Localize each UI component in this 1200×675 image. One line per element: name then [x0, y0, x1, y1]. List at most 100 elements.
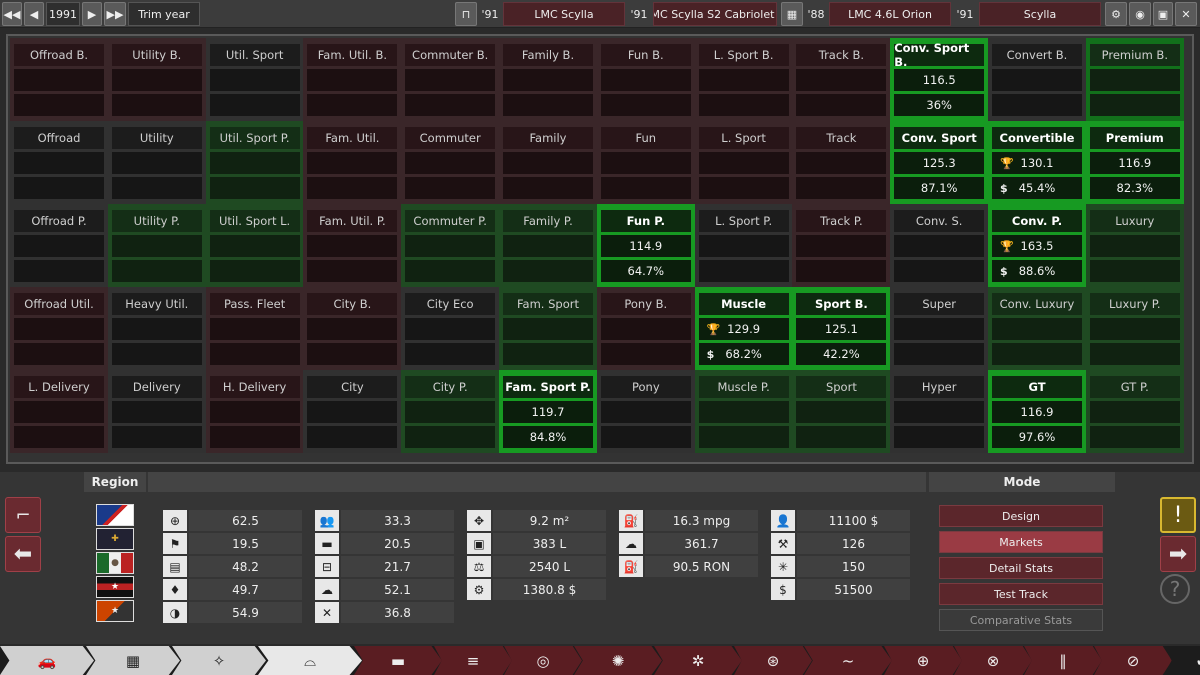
market-cell[interactable]: Fun P. 114.9 64.7%	[596, 204, 695, 287]
market-cell[interactable]: Convertible 🏆 130.1 $45.4%	[988, 121, 1086, 204]
market-cell[interactable]: Fun	[596, 121, 695, 204]
market-cell[interactable]: Fam. Sport	[499, 287, 597, 370]
suspension-tab[interactable]: ✧	[172, 646, 266, 675]
market-cell[interactable]: L. Delivery	[10, 370, 108, 453]
help-icon[interactable]: ?	[1160, 574, 1190, 604]
engine-tab[interactable]: ✺	[574, 646, 662, 675]
market-cell[interactable]: Utility	[107, 121, 206, 204]
market-cell[interactable]: Pass. Fleet	[205, 287, 304, 370]
market-cell[interactable]: Family	[499, 121, 597, 204]
market-cell[interactable]: Track P.	[792, 204, 891, 287]
model-name[interactable]: LMC Scylla	[503, 2, 625, 26]
body-tab[interactable]: ⌓	[258, 646, 362, 675]
camera-icon[interactable]: ◉	[1129, 2, 1151, 26]
market-cell[interactable]: City P.	[401, 370, 500, 453]
market-cell[interactable]: Commuter B.	[401, 38, 500, 121]
warning-icon[interactable]: !	[1160, 497, 1196, 533]
market-cell[interactable]: H. Delivery	[205, 370, 304, 453]
market-cell[interactable]: Commuter	[401, 121, 500, 204]
save-icon[interactable]: ▣	[1153, 2, 1173, 26]
market-cell[interactable]: Fam. Util. P.	[303, 204, 402, 287]
market-cell[interactable]: Muscle 🏆 129.9 $68.2%	[694, 287, 793, 370]
market-cell[interactable]: Fun B.	[596, 38, 695, 121]
market-cell[interactable]: Premium B.	[1085, 38, 1184, 121]
market-cell[interactable]: Offroad	[10, 121, 108, 204]
close-icon[interactable]: ✕	[1175, 2, 1197, 26]
market-cell[interactable]: Luxury P.	[1085, 287, 1184, 370]
market-cell[interactable]: Conv. Sport 125.3 87.1%	[890, 121, 989, 204]
market-cell[interactable]: Fam. Util. B.	[303, 38, 402, 121]
market-cell[interactable]: L. Sport P.	[694, 204, 793, 287]
first-year-button[interactable]: ◀◀	[2, 2, 22, 26]
settings-icon[interactable]: ⚙	[1105, 2, 1127, 26]
market-cell[interactable]: L. Sport B.	[694, 38, 793, 121]
market-cell[interactable]: L. Sport	[694, 121, 793, 204]
market-cell[interactable]: Super	[890, 287, 989, 370]
market-cell[interactable]: Hyper	[890, 370, 989, 453]
next-year-button[interactable]: ▶	[82, 2, 102, 26]
market-cell[interactable]: Luxury	[1085, 204, 1184, 287]
market-cell[interactable]: Family P.	[499, 204, 597, 287]
market-cell[interactable]: Fam. Util.	[303, 121, 402, 204]
market-cell[interactable]: Sport B. 125.1 42.2%	[792, 287, 891, 370]
market-cell[interactable]: Fam. Sport P. 119.7 84.8%	[499, 370, 597, 453]
region-flag[interactable]: ★	[96, 576, 134, 598]
mode-button-detail-stats[interactable]: Detail Stats	[939, 557, 1103, 579]
aero-tab[interactable]: ~	[804, 646, 892, 675]
market-cell[interactable]: Pony	[596, 370, 695, 453]
market-cell[interactable]: GT P.	[1085, 370, 1184, 453]
car-icon[interactable]: ⊓	[455, 2, 477, 26]
region-flag[interactable]: ✚	[96, 528, 134, 550]
tires-tab[interactable]: ∥	[1024, 646, 1102, 675]
fixtures-tab[interactable]: ≡	[434, 646, 512, 675]
car-tab[interactable]: 🚗	[0, 646, 94, 675]
market-cell[interactable]: Offroad Util.	[10, 287, 108, 370]
trim-name[interactable]: LMC Scylla S2 Cabriolet C	[653, 2, 777, 26]
market-cell[interactable]: Family B.	[499, 38, 597, 121]
market-cell[interactable]: Conv. P. 🏆 163.5 $88.6%	[988, 204, 1086, 287]
market-cell[interactable]: Commuter P.	[401, 204, 500, 287]
brakes-tab[interactable]: ⊛	[734, 646, 812, 675]
chassis-tab[interactable]: ▦	[86, 646, 180, 675]
mode-button-design[interactable]: Design	[939, 505, 1103, 527]
market-cell[interactable]: Conv. S.	[890, 204, 989, 287]
family-name[interactable]: Scylla	[979, 2, 1101, 26]
graph-icon[interactable]: ⌐	[5, 497, 41, 533]
market-cell[interactable]: Premium 116.9 82.3%	[1085, 121, 1184, 204]
market-cell[interactable]: City	[303, 370, 402, 453]
market-cell[interactable]: Offroad P.	[10, 204, 108, 287]
mode-button-comparative-stats[interactable]: Comparative Stats	[939, 609, 1103, 631]
drivetrain-tab[interactable]: ⊗	[954, 646, 1032, 675]
forward-arrow-icon[interactable]: ➡	[1160, 536, 1196, 572]
market-cell[interactable]: Delivery	[107, 370, 206, 453]
wheels-tab[interactable]: ✲	[654, 646, 742, 675]
market-cell[interactable]: Track	[792, 121, 891, 204]
market-cell[interactable]: Utility P.	[107, 204, 206, 287]
engine-name[interactable]: LMC 4.6L Orion	[829, 2, 951, 26]
market-cell[interactable]: Offroad B.	[10, 38, 108, 121]
mode-button-markets[interactable]: Markets	[939, 531, 1103, 553]
engine-icon[interactable]: ▦	[781, 2, 803, 26]
market-cell[interactable]: Muscle P.	[694, 370, 793, 453]
region-flag[interactable]	[96, 504, 134, 526]
market-cell[interactable]: Util. Sport	[205, 38, 304, 121]
lights-tab[interactable]: ◎	[504, 646, 582, 675]
interior-tab[interactable]: ⊕	[884, 646, 962, 675]
market-cell[interactable]: Convert B.	[988, 38, 1086, 121]
market-cell[interactable]: City Eco	[401, 287, 500, 370]
back-arrow-icon[interactable]: ⬅	[5, 536, 41, 572]
market-cell[interactable]: Pony B.	[596, 287, 695, 370]
market-cell[interactable]: Conv. Luxury	[988, 287, 1086, 370]
region-flag[interactable]: ★	[96, 600, 134, 622]
trim-tab[interactable]: ▬	[354, 646, 442, 675]
mode-button-test-track[interactable]: Test Track	[939, 583, 1103, 605]
market-cell[interactable]: Sport	[792, 370, 891, 453]
region-flag[interactable]: ●	[96, 552, 134, 574]
last-year-button[interactable]: ▶▶	[104, 2, 126, 26]
market-cell[interactable]: Conv. Sport B. 116.5 36%	[890, 38, 989, 121]
fuel-tab[interactable]: ⊘	[1094, 646, 1172, 675]
market-cell[interactable]: GT 116.9 97.6%	[988, 370, 1086, 453]
market-cell[interactable]: Util. Sport L.	[205, 204, 304, 287]
market-cell[interactable]: City B.	[303, 287, 402, 370]
market-cell[interactable]: Track B.	[792, 38, 891, 121]
